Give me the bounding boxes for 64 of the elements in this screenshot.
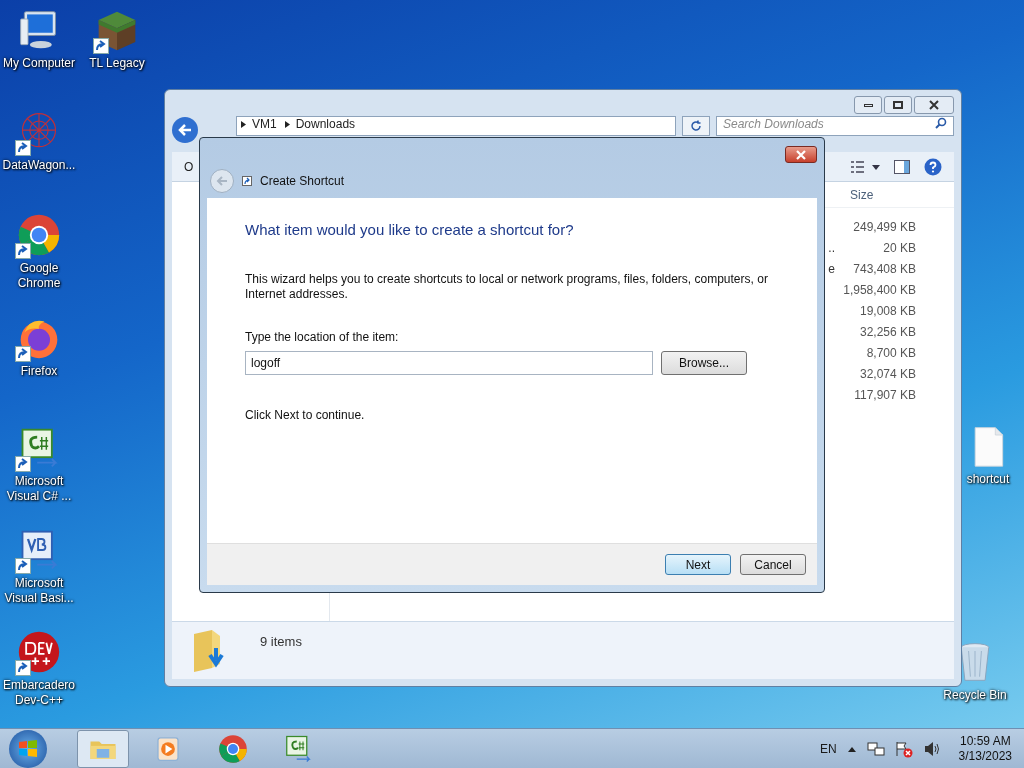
file-size-cell-text: 117,907 KB — [853, 386, 916, 404]
back-arrow-icon — [216, 175, 228, 186]
taskbar-app[interactable] — [77, 729, 129, 768]
start-button[interactable] — [9, 729, 47, 768]
status-text: 9 items — [260, 633, 302, 651]
search-icon — [935, 117, 947, 129]
file-size-cell-text: 19,008 KB — [858, 302, 916, 320]
file-size-cell-text: 32,256 KB — [858, 323, 916, 341]
csharp-icon — [283, 733, 313, 764]
dialog-button[interactable]: Next — [665, 554, 731, 575]
file-size-cell-text: 249,499 KB — [852, 218, 916, 236]
file-size-cell-text: 1,958,400 KB — [842, 281, 916, 299]
flag-icon[interactable] — [894, 739, 913, 758]
clock-time[interactable]: 10:59 AM — [959, 733, 1011, 749]
desktop-icon-label[interactable]: Microsoft Visual Basi... — [1, 576, 77, 606]
desktop-icon-label[interactable]: Microsoft Visual C# ... — [1, 474, 77, 504]
refresh-button[interactable] — [682, 116, 710, 136]
desktop-icon-label[interactable]: DataWagon... — [2, 158, 76, 173]
language-indicator[interactable]: EN — [819, 739, 837, 758]
hint-text: Click Next to continue. — [245, 406, 366, 424]
refresh-icon — [690, 120, 702, 132]
file-size-cell-text: 32,074 KB — [858, 365, 916, 383]
breadcrumb-item[interactable]: Downloads — [295, 117, 356, 132]
file-size-cell-text: 20 KB — [882, 239, 916, 257]
dialog-button[interactable]: Cancel — [740, 554, 806, 575]
file-name-cell: e — [828, 261, 835, 276]
close-icon — [796, 149, 806, 160]
search-field[interactable]: Search Downloads — [716, 116, 954, 136]
chrome-icon — [218, 733, 248, 764]
close-button[interactable] — [914, 96, 954, 114]
desktop-icon-label[interactable]: My Computer — [3, 56, 75, 71]
view-options-icon[interactable] — [850, 159, 880, 174]
column-header[interactable]: Size — [850, 185, 874, 204]
wizard-heading: What item would you like to create a shortcut for? — [245, 220, 575, 240]
file-size-cell-text: 8,700 KB — [865, 344, 916, 362]
back-button[interactable] — [172, 117, 198, 143]
wizard-description: This wizard helps you to create shortcuts to local or network programs, files, folders, computers, or Internet addresses. — [245, 271, 769, 302]
file-name-cell: .. — [828, 240, 835, 255]
shortcut-icon — [242, 175, 252, 186]
clock-date[interactable]: 3/13/2023 — [958, 748, 1012, 764]
file-size-cell-text: 743,408 KB — [852, 260, 916, 278]
location-field[interactable]: logoff — [245, 350, 653, 375]
close-button[interactable] — [785, 146, 817, 163]
chevron-right-icon — [284, 121, 290, 128]
help-icon[interactable] — [924, 157, 942, 176]
organize-menu[interactable]: O — [184, 157, 194, 176]
chrome-icon — [17, 213, 61, 257]
dialog-title: Create Shortcut — [260, 172, 345, 190]
dev-cpp-icon — [17, 630, 61, 674]
address-bar[interactable]: VM1 Downloads — [236, 116, 676, 136]
browse-button[interactable]: Browse... — [661, 350, 747, 375]
windows-logo-icon — [18, 738, 38, 759]
volume-icon[interactable] — [922, 740, 941, 757]
back-arrow-icon — [178, 124, 192, 136]
desktop-icon-label[interactable]: TL Legacy — [89, 56, 145, 71]
field-label: Type the location of the item: — [245, 328, 400, 346]
minimize-button[interactable] — [854, 96, 882, 114]
close-icon — [929, 100, 939, 110]
breadcrumb-item[interactable]: VM1 — [252, 117, 277, 132]
desktop-icon-label[interactable]: Firefox — [20, 364, 58, 379]
chevron-right-icon — [241, 121, 246, 128]
maximize-button[interactable] — [884, 96, 912, 114]
desktop-icon-label[interactable]: Google Chrome — [1, 261, 77, 291]
preview-pane-icon[interactable] — [894, 159, 910, 174]
